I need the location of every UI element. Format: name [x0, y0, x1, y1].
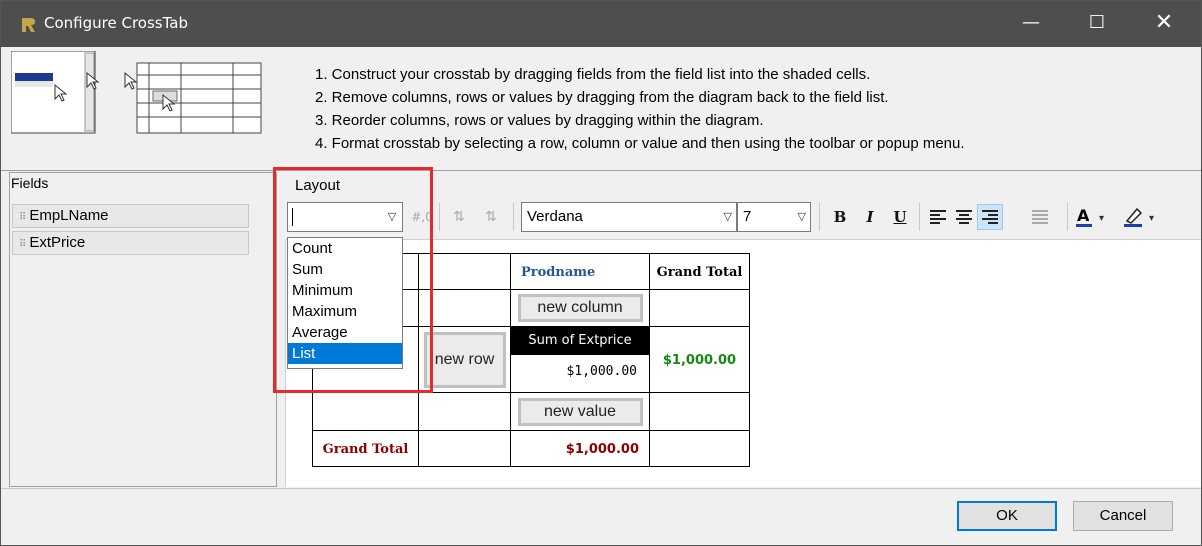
size-value: 7 — [743, 208, 752, 225]
close-button[interactable]: ✕ — [1134, 1, 1194, 47]
new-column-dropzone[interactable]: new column — [517, 294, 643, 322]
ct-column-header-cell[interactable]: Prodname — [510, 253, 650, 290]
font-value: Verdana — [527, 208, 583, 225]
svg-text:▾: ▾ — [1099, 213, 1104, 224]
drag-grip-icon: ⠿ — [19, 239, 26, 250]
underline-button[interactable]: U — [887, 204, 913, 230]
new-row-dropzone[interactable]: new row — [423, 331, 506, 388]
bold-button[interactable]: B — [827, 204, 853, 230]
drag-grip-icon: ⠿ — [19, 212, 26, 223]
field-label: EmpLName — [29, 207, 109, 224]
font-color-icon[interactable]: A ▾ — [1075, 205, 1115, 229]
svg-text:A: A — [1077, 206, 1090, 225]
instructions-list: 1. Construct your crosstab by dragging f… — [315, 63, 965, 155]
ct-grand-total-header-cell: Grand Total — [649, 253, 750, 290]
new-value-dropzone[interactable]: new value — [517, 397, 643, 426]
ct-grand-total-row-value-cell: $1,000.00 — [510, 430, 650, 467]
value-amount: $1,000.00 — [566, 364, 637, 379]
ct-empty-cell — [649, 392, 750, 431]
crosstab-illustration-icon — [11, 51, 262, 134]
maximize-button[interactable]: ☐ — [1067, 1, 1127, 47]
instruction-1: 1. Construct your crosstab by dragging f… — [315, 66, 871, 83]
ct-value-cell[interactable]: Sum of Extprice $1,000.00 — [510, 326, 650, 393]
align-left-icon[interactable] — [929, 208, 947, 226]
ct-new-column-cell: new column — [510, 289, 650, 327]
grand-total-row-label: Grand Total — [322, 441, 409, 457]
ct-empty-cell — [312, 392, 419, 431]
field-item-emplname[interactable]: ⠿ EmpLName — [12, 204, 249, 228]
window-title: Configure CrossTab — [44, 14, 188, 32]
justify-icon[interactable] — [1031, 208, 1049, 226]
fields-header: Fields — [11, 175, 49, 191]
instruction-3: 3. Reorder columns, rows or values by dr… — [315, 112, 764, 129]
chevron-down-icon[interactable]: ▽ — [798, 203, 806, 231]
app-icon — [20, 16, 37, 33]
instruction-4: 4. Format crosstab by selecting a row, c… — [315, 135, 965, 152]
font-family-combo[interactable]: Verdana ▽ — [521, 202, 737, 232]
ct-new-value-cell: new value — [510, 392, 650, 431]
italic-button[interactable]: I — [857, 204, 883, 230]
row-grand-total-value: $1,000.00 — [662, 352, 737, 368]
annotation-highlight-box — [273, 167, 433, 393]
sort-descending-icon[interactable]: ⇅ — [479, 205, 503, 229]
ok-button[interactable]: OK — [957, 501, 1057, 531]
instruction-2: 2. Remove columns, rows or values by dra… — [315, 89, 889, 106]
sum-of-extprice-field[interactable]: Sum of Extprice — [511, 327, 649, 355]
minimize-button[interactable]: — — [1001, 1, 1061, 47]
align-right-button[interactable] — [977, 204, 1003, 230]
align-center-icon[interactable] — [955, 208, 973, 226]
grand-total-header: Grand Total — [656, 264, 743, 280]
field-item-extprice[interactable]: ⠿ ExtPrice — [12, 231, 249, 255]
ct-empty-cell — [649, 289, 750, 327]
field-label: ExtPrice — [29, 234, 86, 251]
grand-total-row-value: $1,000.00 — [565, 441, 639, 457]
configure-crosstab-dialog: Configure CrossTab — ☐ ✕ 1. Construct yo… — [0, 0, 1202, 546]
column-field-prodname[interactable]: Prodname — [521, 265, 595, 280]
font-size-combo[interactable]: 7 ▽ — [737, 202, 811, 232]
ct-grand-total-row-label-cell: Grand Total — [312, 430, 419, 467]
chevron-down-icon[interactable]: ▽ — [724, 203, 732, 231]
title-bar: Configure CrossTab — ☐ ✕ — [1, 1, 1201, 47]
ct-empty-cell — [418, 430, 511, 467]
highlight-color-icon[interactable]: ▾ — [1123, 205, 1167, 229]
align-right-icon — [982, 210, 998, 224]
toolbar-separator — [1067, 203, 1068, 231]
ct-empty-cell — [649, 430, 750, 467]
toolbar-separator — [439, 203, 440, 231]
toolbar-separator — [819, 203, 820, 231]
toolbar-separator — [919, 203, 920, 231]
ct-empty-cell — [418, 392, 511, 431]
toolbar-separator — [513, 203, 514, 231]
sort-ascending-icon[interactable]: ⇅ — [447, 205, 471, 229]
ct-row-total-cell: $1,000.00 — [649, 326, 750, 393]
cancel-button[interactable]: Cancel — [1073, 501, 1173, 531]
svg-text:▾: ▾ — [1149, 213, 1154, 224]
